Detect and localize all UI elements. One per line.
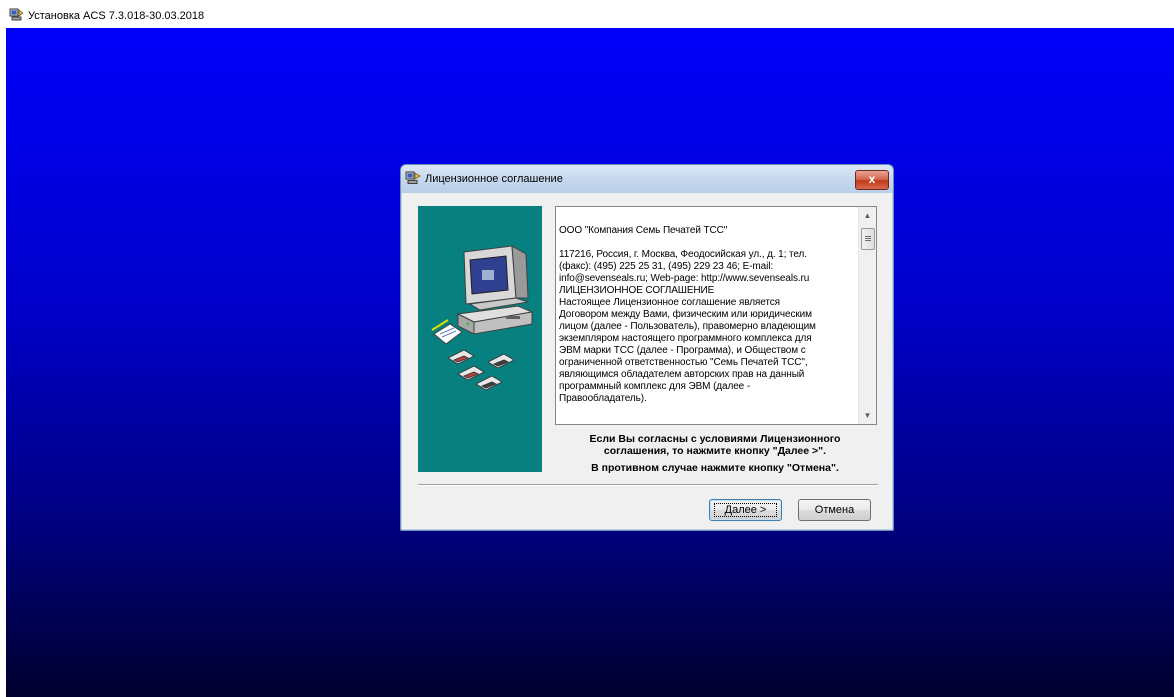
agreement-note-line2: соглашения, то нажмите кнопку "Далее >". — [603, 445, 827, 457]
license-text: ООО "Компания Семь Печатей ТСС" 117216, … — [559, 225, 816, 404]
installer-title: Установка ACS 7.3.018-30.03.2018 — [28, 10, 205, 22]
focus-rectangle — [714, 503, 777, 517]
dialog-body: ООО "Компания Семь Печатей ТСС" 117216, … — [408, 194, 886, 524]
installer-icon — [9, 8, 24, 21]
scroll-up-arrow-icon[interactable]: ▲ — [859, 207, 876, 224]
divider — [418, 484, 878, 486]
computer-with-disks-illustration — [418, 206, 542, 472]
vertical-scrollbar[interactable]: ▲ ▼ — [858, 207, 876, 424]
next-button[interactable]: Далее > — [709, 499, 782, 521]
scroll-thumb[interactable] — [861, 228, 875, 250]
dialog-title-bar[interactable]: Лицензионное соглашение x — [401, 165, 893, 193]
license-text-area[interactable]: ООО "Компания Семь Печатей ТСС" 117216, … — [555, 206, 877, 425]
close-button[interactable]: x — [855, 170, 889, 190]
dialog-title: Лицензионное соглашение — [425, 173, 563, 185]
scroll-down-arrow-icon[interactable]: ▼ — [859, 407, 876, 424]
agreement-note-line3: В противном случае нажмите кнопку "Отмен… — [591, 462, 839, 474]
installer-background: Установка ACS 7.3.018-30.03.2018 Лицензи… — [6, 0, 1174, 697]
close-icon: x — [868, 172, 876, 186]
agreement-note-line1: Если Вы согласны с условиями Лицензионно… — [589, 433, 841, 445]
cancel-button[interactable]: Отмена — [798, 499, 871, 521]
installer-icon — [405, 171, 421, 185]
installer-title-bar: Установка ACS 7.3.018-30.03.2018 — [6, 0, 1174, 28]
license-dialog: Лицензионное соглашение x ООО "Компания … — [400, 164, 894, 531]
